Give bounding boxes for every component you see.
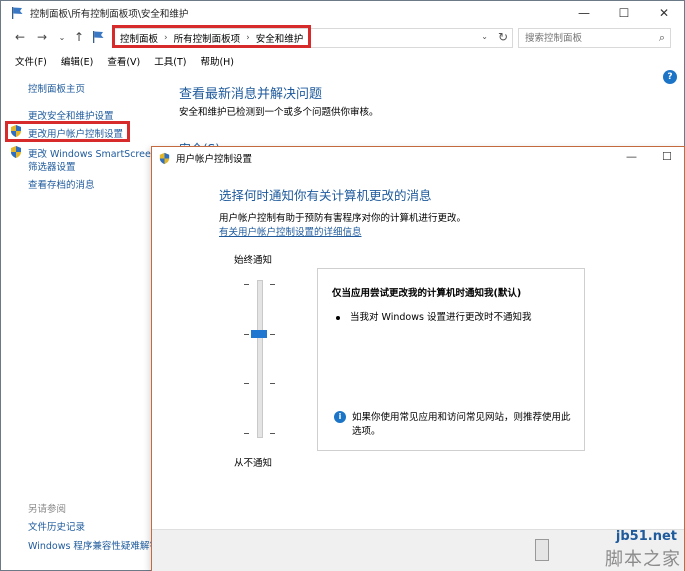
sidebar-item-security-settings[interactable]: 更改安全和维护设置 <box>28 108 114 122</box>
chevron-right-icon: › <box>246 33 250 43</box>
refresh-icon[interactable]: ↻ <box>498 30 508 44</box>
level-bullet-text: 当我对 Windows 设置进行更改时不通知我 <box>350 312 532 323</box>
shield-icon <box>11 125 21 137</box>
level-description-box: 仅当应用尝试更改我的计算机时通知我(默认) 当我对 Windows 设置进行更改… <box>317 268 585 451</box>
dropdown-icon[interactable]: ⌄ <box>481 32 488 41</box>
control-panel-icon <box>93 31 104 43</box>
forward-arrow-icon[interactable]: → <box>35 30 49 44</box>
ok-button[interactable] <box>535 539 549 561</box>
page-title: 查看最新消息并解决问题 <box>179 87 323 102</box>
minimize-button[interactable]: — <box>564 1 604 25</box>
dialog-title: 用户帐户控制设置 <box>176 154 253 165</box>
slider-tick <box>244 383 249 385</box>
menu-tools[interactable]: 工具(T) <box>154 54 186 68</box>
slider-tick <box>244 433 249 434</box>
shield-icon <box>11 146 21 158</box>
sidebar-home[interactable]: 控制面板主页 <box>28 81 85 95</box>
sidebar-item-uac-settings[interactable]: 更改用户帐户控制设置 <box>28 126 123 140</box>
menu-help[interactable]: 帮助(H) <box>200 54 234 68</box>
chevron-right-icon: › <box>164 33 168 43</box>
bullet-dot-icon <box>336 315 340 320</box>
uac-settings-dialog: 用户帐户控制设置 — ☐ 选择何时通知你有关计算机更改的消息 用户帐户控制有助于… <box>151 146 685 571</box>
uac-slider-thumb[interactable] <box>251 329 267 338</box>
slider-tick <box>270 433 275 434</box>
page-subtitle: 安全和维护已检测到一个或多个问题供你审核。 <box>179 107 379 118</box>
menu-bar: 文件(F) 编辑(E) 查看(V) 工具(T) 帮助(H) <box>1 51 684 71</box>
search-box[interactable]: ⌕ <box>518 28 671 48</box>
see-also-heading: 另请参阅 <box>28 504 67 515</box>
slider-tick <box>270 383 275 385</box>
level-note: 如果你使用常见应用和访问常见网站，则推荐使用此选项。 <box>352 412 571 437</box>
slider-top-label: 始终通知 <box>234 255 273 266</box>
maximize-button[interactable]: ☐ <box>604 1 644 25</box>
menu-edit[interactable]: 编辑(E) <box>61 54 93 68</box>
menu-file[interactable]: 文件(F) <box>15 54 47 68</box>
watermark-url: jb51.net <box>615 529 677 544</box>
dialog-minimize-button[interactable]: — <box>626 150 637 163</box>
address-box[interactable]: 控制面板 › 所有控制面板项 › 安全和维护 ⌄ ↻ <box>113 28 513 48</box>
slider-tick <box>270 284 275 285</box>
title-bar: 控制面板\所有控制面板项\安全和维护 — ☐ ✕ <box>1 1 684 25</box>
slider-tick <box>244 284 249 285</box>
dialog-maximize-button[interactable]: ☐ <box>662 150 672 163</box>
search-icon[interactable]: ⌕ <box>659 31 665 45</box>
sidebar-item-archived-messages[interactable]: 查看存档的消息 <box>28 177 95 191</box>
slider-tick <box>244 333 249 335</box>
uac-shield-icon <box>159 152 170 164</box>
menu-view[interactable]: 查看(V) <box>107 54 140 68</box>
crumb-security-maintenance[interactable]: 安全和维护 <box>256 31 304 45</box>
sidebar-item-smartscreen-2[interactable]: 筛选器设置 <box>28 159 76 173</box>
sidebar: 控制面板主页 更改安全和维护设置 更改用户帐户控制设置 更改 Windows S… <box>1 71 159 571</box>
slider-bottom-label: 从不通知 <box>234 458 273 469</box>
crumb-all-items[interactable]: 所有控制面板项 <box>174 31 241 45</box>
level-bullet: 当我对 Windows 设置进行更改时不通知我 <box>336 309 531 323</box>
sidebar-item-smartscreen[interactable]: 更改 Windows SmartScreen <box>28 146 157 160</box>
address-bar: ← → ⌄ ↑ 控制面板 › 所有控制面板项 › 安全和维护 ⌄ ↻ ⌕ <box>1 25 684 51</box>
help-icon[interactable]: ? <box>663 70 677 84</box>
watermark-logo: 脚本之家 <box>605 549 681 570</box>
back-arrow-icon[interactable]: ← <box>13 30 27 44</box>
search-input[interactable] <box>525 29 655 47</box>
level-title: 仅当应用尝试更改我的计算机时通知我(默认) <box>332 288 522 299</box>
uac-slider-track[interactable] <box>257 280 263 438</box>
sidebar-item-file-history[interactable]: 文件历史记录 <box>28 519 85 533</box>
up-arrow-icon[interactable]: ↑ <box>72 30 86 44</box>
dialog-description: 用户帐户控制有助于预防有害程序对你的计算机进行更改。 <box>219 213 467 224</box>
info-icon: i <box>334 411 346 423</box>
crumb-control-panel[interactable]: 控制面板 <box>120 31 158 45</box>
slider-tick <box>270 333 275 335</box>
flag-icon <box>12 7 23 19</box>
dialog-title-bar: 用户帐户控制设置 — ☐ <box>152 147 684 169</box>
uac-help-link[interactable]: 有关用户帐户控制设置的详细信息 <box>219 224 362 238</box>
close-button[interactable]: ✕ <box>644 1 684 25</box>
dialog-heading: 选择何时通知你有关计算机更改的消息 <box>219 188 432 203</box>
window-title: 控制面板\所有控制面板项\安全和维护 <box>30 9 189 20</box>
recent-locations-icon[interactable]: ⌄ <box>55 33 69 42</box>
sidebar-item-compat-troubleshooter[interactable]: Windows 程序兼容性疑难解答 <box>28 538 159 552</box>
